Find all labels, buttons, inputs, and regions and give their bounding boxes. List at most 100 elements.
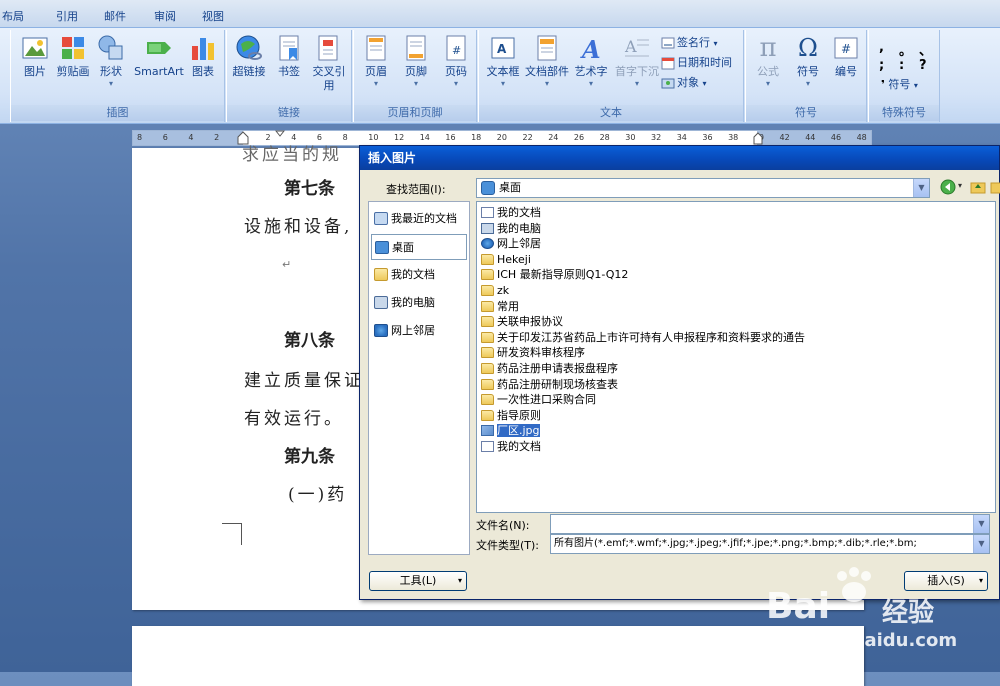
file-name: 我的文档 [497, 206, 541, 219]
special-char-comma[interactable]: , [879, 40, 884, 55]
file-name: 一次性进口采购合同 [497, 393, 596, 407]
ruler-number: 36 [702, 133, 713, 142]
file-list-item[interactable]: 关于印发江苏省药品上市许可持有人申报程序和资料要求的通告 [481, 330, 805, 345]
ruler-number: 24 [548, 133, 559, 142]
ruler-number: 26 [573, 133, 585, 142]
picture-button[interactable]: 图片 [15, 34, 55, 79]
chart-button[interactable]: 图表 [183, 34, 223, 79]
bookmark-button[interactable]: 书签 [269, 34, 309, 79]
tab-review[interactable]: 审阅 [154, 8, 176, 24]
ruler-number: 48 [856, 133, 867, 142]
look-in-select[interactable]: 桌面 ▼ [476, 178, 930, 198]
special-char-enum-comma[interactable]: 、 [919, 40, 932, 59]
place-recent-documents[interactable]: 我最近的文档 [371, 206, 467, 232]
ribbon-tab-bar: 布局 引用 邮件 审阅 视图 [0, 0, 1000, 28]
doc-line-article-8: 第八条 [284, 331, 335, 351]
insert-button[interactable]: 插入(S) ▾ [904, 571, 988, 591]
cross-reference-icon [315, 34, 343, 62]
quick-parts-button[interactable]: 文档部件 ▾ [525, 34, 569, 89]
cross-reference-button[interactable]: 交叉引用 [309, 34, 349, 93]
dialog-title[interactable]: 插入图片 [360, 146, 999, 170]
file-list-item[interactable]: 指导原则 [481, 408, 541, 423]
recent-docs-icon [374, 212, 388, 225]
ruler-number: 34 [676, 133, 687, 142]
footer-button[interactable]: 页脚 ▾ [396, 34, 436, 89]
back-dropdown-icon[interactable]: ▾ [958, 181, 962, 190]
drop-cap-button[interactable]: A 首字下沉 ▾ [615, 34, 659, 89]
svg-text:A: A [624, 37, 637, 56]
special-char-colon[interactable]: : [899, 58, 904, 73]
file-list-item[interactable]: 研发资料审核程序 [481, 345, 585, 360]
signature-line-button[interactable]: 签名行 ▾ [661, 34, 718, 52]
ruler-number: 32 [651, 133, 662, 142]
place-desktop[interactable]: 桌面 [371, 234, 467, 260]
new-folder-icon[interactable] [990, 179, 1000, 195]
document-next-page[interactable] [132, 626, 864, 686]
svg-text:A: A [580, 35, 601, 62]
ruler-number: 2 [214, 133, 220, 142]
paw-logo-icon [837, 567, 871, 602]
doc-line: (一)药 [288, 485, 348, 505]
numbering-button[interactable]: # 编号 [826, 34, 866, 79]
file-list-item[interactable]: 药品注册申请表报盘程序 [481, 361, 618, 376]
paragraph-mark: ↵ [282, 258, 292, 271]
file-list-item[interactable]: zk [481, 283, 509, 298]
special-char-semicolon[interactable]: ; [879, 58, 884, 73]
network-icon [374, 324, 388, 337]
tab-view[interactable]: 视图 [202, 8, 224, 24]
hyperlink-button[interactable]: 超链接 [229, 34, 269, 79]
page-number-button[interactable]: # 页码 ▾ [436, 34, 476, 89]
wordart-icon: A [577, 34, 605, 64]
ruler-number: 22 [522, 133, 533, 142]
file-list-item[interactable]: 药品注册研制现场核查表 [481, 377, 618, 392]
tab-layout[interactable]: 布局 [2, 8, 24, 24]
special-char-question[interactable]: ? [919, 58, 927, 73]
file-name-input[interactable]: ▼ [550, 514, 990, 534]
tools-button[interactable]: 工具(L) ▾ [369, 571, 467, 591]
file-list-item[interactable]: Hekeji [481, 252, 531, 267]
wordart-button[interactable]: A 艺术字 ▾ [571, 34, 611, 89]
file-list-item[interactable]: 我的电脑 [481, 221, 541, 236]
object-button[interactable]: 对象 ▾ [661, 74, 707, 92]
chevron-down-icon: ▼ [913, 179, 929, 197]
folder-icon [481, 347, 494, 359]
doc-partial-line: 求应当的规 [242, 145, 342, 165]
file-type-select[interactable]: 所有图片(*.emf;*.wmf;*.jpg;*.jpeg;*.jfif;*.j… [550, 534, 990, 554]
clip-art-button[interactable]: 剪贴画 [53, 34, 93, 79]
shapes-button[interactable]: 形状 ▾ [91, 34, 131, 89]
file-list-item[interactable]: 我的文档 [481, 439, 541, 454]
up-folder-icon[interactable] [970, 179, 986, 195]
tab-references[interactable]: 引用 [56, 8, 78, 24]
calendar-icon [661, 56, 675, 70]
file-list-item[interactable]: 一次性进口采购合同 [481, 392, 596, 407]
special-symbol-dropdown[interactable]: ❜ 符号 ▾ [881, 76, 918, 94]
first-line-indent-icon[interactable] [275, 130, 285, 138]
chevron-down-icon: ▾ [805, 79, 810, 88]
place-my-computer[interactable]: 我的电脑 [371, 290, 467, 316]
header-button[interactable]: 页眉 ▾ [356, 34, 396, 89]
file-list-item[interactable]: 常用 [481, 299, 519, 314]
desktop-icon [375, 241, 389, 254]
file-list-item[interactable]: 关联申报协议 [481, 314, 563, 329]
text-box-button[interactable]: A 文本框 ▾ [483, 34, 523, 89]
place-my-documents[interactable]: 我的文档 [371, 262, 467, 288]
back-icon[interactable] [940, 179, 956, 195]
date-time-button[interactable]: 日期和时间 [661, 54, 732, 72]
smartart-button[interactable]: SmartArt [133, 34, 185, 79]
special-char-period[interactable]: 。 [899, 40, 912, 59]
file-list[interactable]: 我的文档 我的电脑 网上邻居 Hekeji ICH 最新指导原则Q1-Q12 zk 常用 关联… [476, 201, 996, 513]
file-list-item[interactable]: 厂区.jpg [481, 423, 540, 438]
document-icon [481, 207, 494, 218]
symbol-button[interactable]: Ω 符号 ▾ [788, 34, 828, 89]
file-list-item[interactable]: 我的文档 [481, 205, 541, 220]
page-number-icon: # [442, 34, 470, 62]
tab-mailings[interactable]: 邮件 [104, 8, 126, 24]
file-list-item[interactable]: 网上邻居 [481, 236, 541, 251]
file-list-item[interactable]: ICH 最新指导原则Q1-Q12 [481, 267, 628, 282]
right-indent-icon[interactable] [753, 132, 763, 145]
equation-button[interactable]: π 公式 ▾ [748, 34, 788, 89]
file-name: 关联申报协议 [497, 315, 563, 329]
svg-text:A: A [497, 42, 507, 56]
place-network[interactable]: 网上邻居 [371, 318, 467, 344]
drop-cap-icon: A [623, 34, 651, 62]
